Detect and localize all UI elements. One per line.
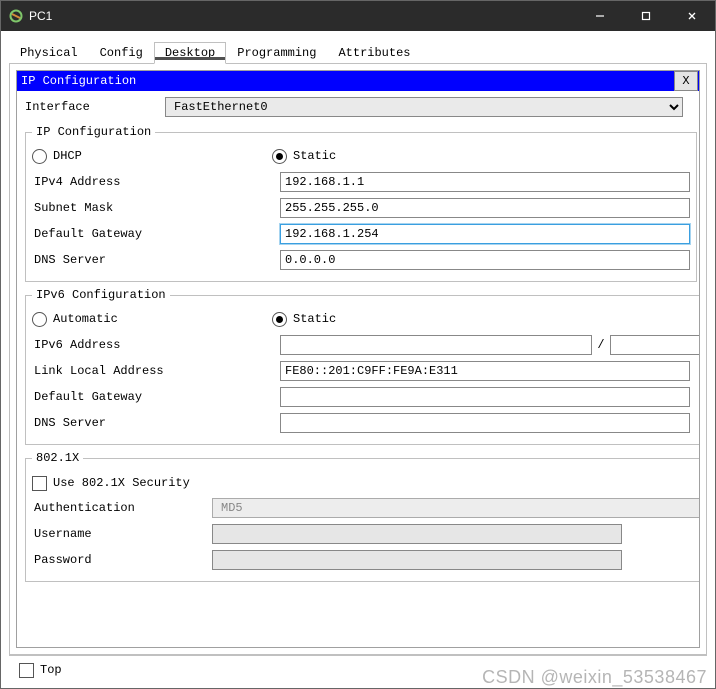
- panel-title: IP Configuration: [21, 74, 673, 88]
- interface-label: Interface: [23, 100, 165, 114]
- app-icon: [9, 9, 23, 23]
- password-input[interactable]: [212, 550, 622, 570]
- content-area: Physical Config Desktop Programming Attr…: [1, 31, 715, 688]
- subnet-mask-input[interactable]: [280, 198, 690, 218]
- tab-desktop[interactable]: Desktop: [154, 42, 226, 64]
- ipv4-label: IPv4 Address: [32, 175, 280, 189]
- authentication-label: Authentication: [32, 501, 212, 515]
- dhcp-radio[interactable]: [32, 149, 47, 164]
- close-button[interactable]: [669, 1, 715, 31]
- link-local-input[interactable]: [280, 361, 690, 381]
- static-label: Static: [293, 149, 336, 163]
- titlebar: PC1: [1, 1, 715, 31]
- authentication-select[interactable]: MD5: [212, 498, 700, 518]
- tab-config[interactable]: Config: [89, 42, 154, 64]
- ipv6-auto-radio[interactable]: [32, 312, 47, 327]
- app-window: PC1 Physical Config Desktop Programming …: [0, 0, 716, 689]
- maximize-button[interactable]: [623, 1, 669, 31]
- subnet-mask-label: Subnet Mask: [32, 201, 280, 215]
- ipv6-config-legend: IPv6 Configuration: [32, 288, 170, 302]
- tab-programming[interactable]: Programming: [226, 42, 327, 64]
- ipv6-static-radio[interactable]: [272, 312, 287, 327]
- panel-header: IP Configuration X: [17, 71, 699, 91]
- link-local-label: Link Local Address: [32, 364, 280, 378]
- static-radio[interactable]: [272, 149, 287, 164]
- ipv6-static-label: Static: [293, 312, 336, 326]
- use-8021x-label: Use 802.1X Security: [53, 476, 190, 490]
- ip-config-group: IP Configuration DHCP Static: [25, 125, 697, 282]
- tab-panel: IP Configuration X Interface FastEtherne…: [9, 64, 707, 655]
- default-gateway-input[interactable]: [280, 224, 690, 244]
- top-label: Top: [40, 663, 62, 677]
- ipv6-dns-label: DNS Server: [32, 416, 280, 430]
- window-title: PC1: [29, 9, 577, 23]
- ipv6-config-group: IPv6 Configuration Automatic Static: [25, 288, 700, 445]
- dot1x-group: 802.1X Use 802.1X Security Authenticatio…: [25, 451, 700, 582]
- ipv6-dns-input[interactable]: [280, 413, 690, 433]
- ipv6-gateway-label: Default Gateway: [32, 390, 280, 404]
- ipv6-address-input[interactable]: [280, 335, 592, 355]
- interface-select[interactable]: FastEthernet0: [165, 97, 683, 117]
- ipv6-prefix-input[interactable]: [610, 335, 700, 355]
- default-gateway-label: Default Gateway: [32, 227, 280, 241]
- panel-close-button[interactable]: X: [674, 71, 698, 91]
- use-8021x-checkbox[interactable]: [32, 476, 47, 491]
- ip-config-legend: IP Configuration: [32, 125, 155, 139]
- username-input[interactable]: [212, 524, 622, 544]
- ipv6-gateway-input[interactable]: [280, 387, 690, 407]
- prefix-slash: /: [592, 338, 610, 352]
- bottom-bar: Top: [9, 655, 707, 684]
- ipv6-address-label: IPv6 Address: [32, 338, 280, 352]
- ip-config-panel: IP Configuration X Interface FastEtherne…: [16, 70, 700, 648]
- dot1x-legend: 802.1X: [32, 451, 83, 465]
- password-label: Password: [32, 553, 212, 567]
- tab-physical[interactable]: Physical: [9, 42, 89, 64]
- ipv6-auto-label: Automatic: [53, 312, 118, 326]
- dhcp-label: DHCP: [53, 149, 82, 163]
- dns-server-label: DNS Server: [32, 253, 280, 267]
- ipv4-address-input[interactable]: [280, 172, 690, 192]
- minimize-button[interactable]: [577, 1, 623, 31]
- username-label: Username: [32, 527, 212, 541]
- top-checkbox[interactable]: [19, 663, 34, 678]
- tab-attributes[interactable]: Attributes: [327, 42, 421, 64]
- dns-server-input[interactable]: [280, 250, 690, 270]
- tab-bar: Physical Config Desktop Programming Attr…: [9, 41, 707, 64]
